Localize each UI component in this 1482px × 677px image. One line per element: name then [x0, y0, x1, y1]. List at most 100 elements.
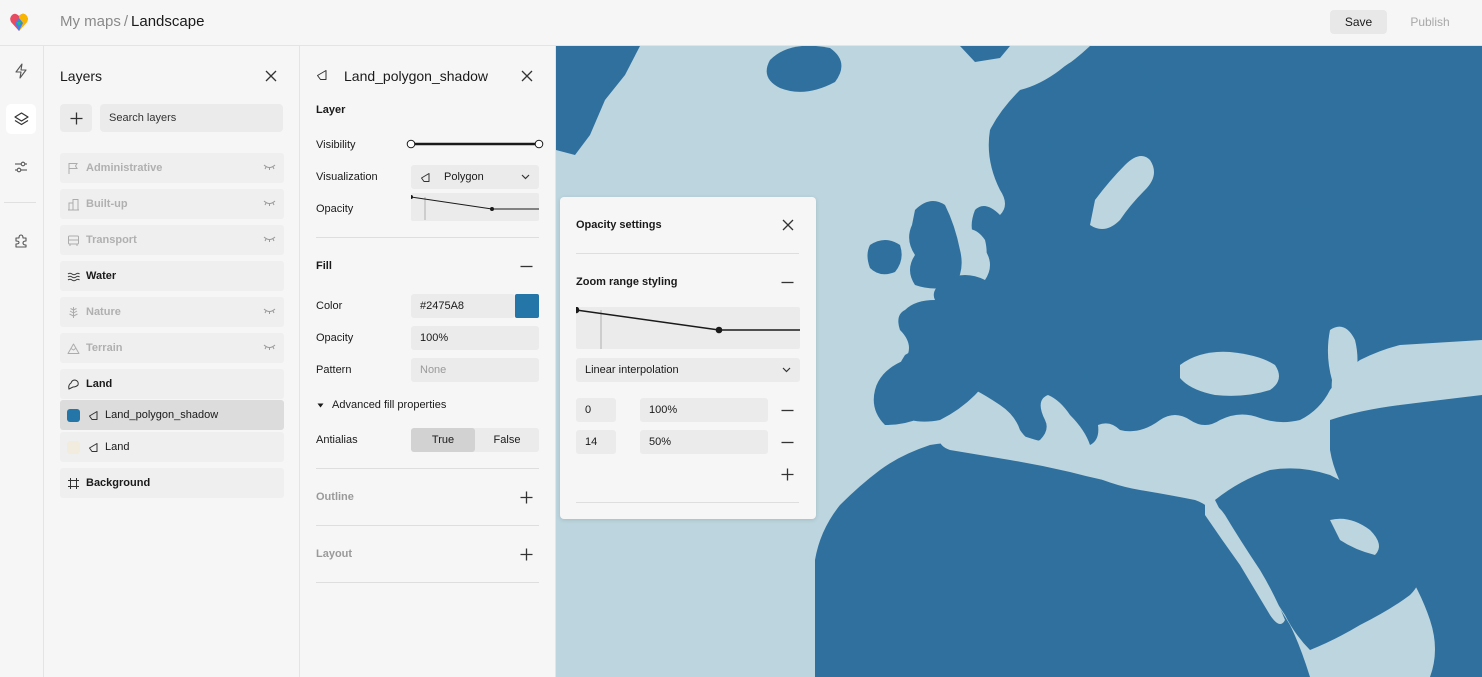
- layer-group-label: Terrain: [86, 342, 123, 354]
- opacity-zoom-graph[interactable]: [409, 193, 539, 221]
- land-icon: [68, 378, 79, 390]
- layer-group-background[interactable]: Background: [60, 468, 284, 498]
- layer-group-label: Transport: [86, 234, 137, 246]
- layers-panel: Layers Administrative Built-up Transport…: [44, 46, 300, 677]
- layer-item-land-polygon-shadow[interactable]: Land_polygon_shadow: [60, 400, 284, 430]
- antialias-true-option[interactable]: True: [411, 428, 475, 452]
- remove-stop-icon[interactable]: [781, 404, 794, 417]
- color-label: Color: [316, 300, 343, 312]
- layer-item-land[interactable]: Land: [60, 432, 284, 462]
- visibility-range-slider[interactable]: [406, 138, 544, 150]
- layer-group-label: Water: [86, 270, 117, 282]
- layer-group-administrative[interactable]: Administrative: [60, 153, 284, 183]
- divider: [576, 253, 799, 254]
- divider: [316, 525, 539, 526]
- breadcrumb-my-maps[interactable]: My maps: [60, 13, 121, 30]
- layer-group-nature[interactable]: Nature: [60, 297, 284, 327]
- antialias-false-option[interactable]: False: [475, 428, 539, 452]
- buildings-icon: [68, 198, 79, 210]
- curve-stop-handle: [715, 326, 723, 334]
- top-bar: My maps / Landscape Save Publish: [0, 0, 1482, 46]
- stop-value-input[interactable]: 50%: [640, 430, 768, 454]
- chevron-down-icon: [782, 367, 791, 373]
- layers-icon[interactable]: [6, 104, 36, 134]
- mountain-icon: [67, 343, 80, 354]
- stop-zoom-input[interactable]: 0: [576, 398, 616, 422]
- hidden-eye-icon[interactable]: [263, 307, 276, 315]
- layer-group-land[interactable]: Land: [60, 369, 284, 399]
- layers-title: Layers: [60, 68, 103, 84]
- close-properties-icon[interactable]: [520, 69, 534, 83]
- close-layers-icon[interactable]: [264, 69, 278, 83]
- breadcrumb: My maps / Landscape: [60, 13, 205, 30]
- visualization-select[interactable]: Polygon: [411, 165, 539, 189]
- stop-zoom-input[interactable]: 14: [576, 430, 616, 454]
- layer-group-label: Background: [86, 477, 151, 489]
- add-layer-button[interactable]: [60, 104, 92, 132]
- hidden-eye-icon[interactable]: [263, 235, 276, 243]
- close-popover-icon[interactable]: [781, 218, 795, 232]
- fill-opacity-label: Opacity: [316, 332, 354, 344]
- layer-name-title: Land_polygon_shadow: [344, 68, 489, 84]
- visualization-label: Visualization: [316, 171, 378, 183]
- caret-down-icon: [317, 403, 324, 407]
- color-swatch-button[interactable]: [515, 294, 539, 318]
- antialias-label: Antialias: [316, 434, 358, 446]
- collapse-zoom-range-icon[interactable]: [781, 276, 794, 289]
- left-rail: [0, 46, 44, 677]
- popover-title: Opacity settings: [576, 219, 662, 231]
- plus-icon: [70, 112, 82, 124]
- layer-section-title: Layer: [316, 104, 346, 116]
- divider: [316, 237, 539, 238]
- fill-section-title: Fill: [316, 260, 332, 272]
- interpolation-select[interactable]: Linear interpolation: [576, 358, 800, 382]
- rail-divider: [4, 202, 36, 203]
- opacity-settings-popover: Opacity settings Zoom range styling Line…: [560, 197, 816, 519]
- collapse-fill-icon[interactable]: [520, 260, 533, 273]
- visibility-label: Visibility: [316, 139, 356, 151]
- add-layout-icon[interactable]: [520, 548, 533, 561]
- layer-color-swatch[interactable]: [67, 440, 80, 454]
- pattern-label: Pattern: [316, 364, 352, 376]
- polygon-icon: [89, 442, 98, 452]
- stop-value-input[interactable]: 100%: [640, 398, 768, 422]
- layer-group-terrain[interactable]: Terrain: [60, 333, 284, 363]
- layer-item-label: Land_polygon_shadow: [105, 409, 219, 421]
- advanced-fill-toggle[interactable]: Advanced fill properties: [316, 399, 446, 411]
- publish-button[interactable]: Publish: [1398, 10, 1462, 34]
- frame-icon: [68, 477, 79, 489]
- bus-icon: [68, 235, 79, 246]
- zoom-opacity-curve-editor[interactable]: [572, 306, 800, 349]
- layer-group-label: Nature: [86, 306, 121, 318]
- layer-properties-panel: Land_polygon_shadow Layer Visibility Vis…: [300, 46, 556, 677]
- hidden-eye-icon[interactable]: [263, 199, 276, 207]
- puzzle-icon[interactable]: [6, 226, 36, 256]
- app-logo-icon[interactable]: [9, 12, 29, 32]
- hidden-eye-icon[interactable]: [263, 163, 276, 171]
- search-layers-input[interactable]: [100, 104, 283, 132]
- layer-group-water[interactable]: Water: [60, 261, 284, 291]
- remove-stop-icon[interactable]: [781, 436, 794, 449]
- layer-group-built-up[interactable]: Built-up: [60, 189, 284, 219]
- divider: [316, 468, 539, 469]
- divider: [316, 582, 539, 583]
- layout-section-title: Layout: [316, 548, 353, 560]
- sliders-icon[interactable]: [6, 152, 36, 182]
- visualization-value: Polygon: [444, 171, 484, 183]
- pattern-select[interactable]: None: [411, 358, 539, 382]
- save-button[interactable]: Save: [1330, 10, 1387, 34]
- add-outline-icon[interactable]: [520, 491, 533, 504]
- bolt-icon[interactable]: [6, 56, 36, 86]
- layer-group-transport[interactable]: Transport: [60, 225, 284, 255]
- polygon-icon: [421, 172, 430, 182]
- color-hex-input[interactable]: #2475A8: [411, 294, 515, 318]
- chevron-down-icon: [521, 174, 530, 180]
- hidden-eye-icon[interactable]: [263, 343, 276, 351]
- flag-icon: [68, 162, 78, 174]
- layer-group-label: Administrative: [86, 162, 163, 174]
- fill-opacity-input[interactable]: 100%: [411, 326, 539, 350]
- layer-color-swatch[interactable]: [67, 408, 80, 422]
- opacity-label: Opacity: [316, 203, 354, 215]
- add-stop-icon[interactable]: [781, 468, 794, 481]
- antialias-toggle: True False: [411, 428, 539, 452]
